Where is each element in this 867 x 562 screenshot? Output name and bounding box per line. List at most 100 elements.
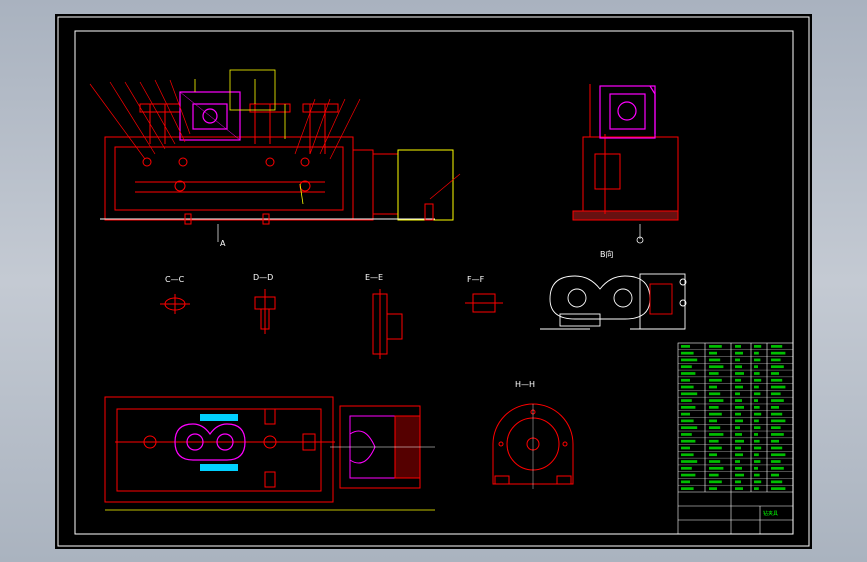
parts-list-entry (771, 345, 783, 348)
clamp-cylinder (330, 405, 435, 489)
title-block-name: 钻夹具 (763, 510, 778, 517)
parts-list-entry (754, 351, 759, 355)
parts-list-entry (771, 405, 779, 409)
b-view-detail (630, 273, 687, 330)
section-hh-label: H—H (515, 380, 535, 389)
parts-list-entry (735, 412, 741, 416)
b-view-label: B向 (600, 249, 614, 259)
parts-list-entry (771, 358, 781, 362)
parts-list-entry (681, 466, 692, 470)
section-ee (372, 289, 403, 359)
parts-list-entry (754, 453, 759, 457)
parts-list-entry (709, 385, 717, 389)
section-dd-label: D—D (253, 273, 273, 282)
plan-hatch-top (200, 414, 238, 421)
parts-list-entry (771, 351, 786, 355)
parts-list-entry (735, 480, 741, 484)
parts-list-entry (735, 487, 743, 490)
parts-list-entry (735, 392, 740, 396)
parts-list-entry (754, 433, 758, 436)
view-a-label: A (220, 239, 226, 248)
parts-list-entry (754, 439, 760, 443)
parts-list-entry (681, 405, 696, 409)
parts-list-entry (709, 453, 717, 457)
parts-list-entry (735, 460, 740, 463)
parts-list-entry (771, 365, 784, 369)
parts-list-entry (754, 460, 761, 463)
parts-list-entry (754, 372, 760, 375)
parts-list-entry (754, 473, 760, 477)
parts-list-entry (681, 345, 690, 348)
parts-list-entry (709, 399, 724, 402)
parts-list-entry (709, 392, 721, 396)
parts-list-entry (771, 426, 781, 430)
front-view (100, 103, 454, 225)
parts-list-entry (709, 372, 719, 375)
parts-list-entry (771, 385, 786, 389)
parts-list-entry (681, 460, 698, 463)
parts-list-entry (771, 419, 786, 423)
parts-list-entry (754, 399, 758, 402)
parts-list-entry (709, 358, 721, 362)
plan-view (104, 396, 335, 503)
parts-list-entry (681, 419, 694, 423)
parts-list-entry (681, 453, 694, 457)
parts-list-entry (681, 372, 696, 375)
parts-list-entry (754, 392, 761, 396)
section-ff (465, 293, 503, 313)
parts-list-entry (709, 460, 721, 463)
parts-list-entry (709, 480, 722, 484)
parts-list-entry (754, 412, 762, 416)
parts-list-entry (709, 473, 719, 477)
parts-list-entry (709, 351, 717, 355)
parts-list-entry (681, 392, 698, 396)
parts-list-entry (771, 473, 779, 477)
parts-list-entry (735, 378, 741, 382)
parts-list-entry (681, 487, 694, 490)
parts-list-entry (681, 412, 690, 416)
parts-list-entry (771, 480, 783, 484)
parts-list-entry (735, 426, 740, 430)
plan-hatch-bottom (200, 464, 238, 471)
parts-list-entry (771, 412, 783, 416)
parts-list-entry (735, 405, 744, 409)
parts-list-entry (754, 365, 758, 369)
parts-list-entry (771, 392, 781, 396)
parts-list-entry (735, 433, 742, 436)
parts-list-entry (754, 426, 761, 430)
parts-list-entry (735, 345, 741, 348)
parts-list-entry (709, 487, 717, 490)
parts-list-entry (754, 466, 758, 470)
parts-list-entry (735, 358, 740, 362)
parts-list-entry (709, 466, 724, 470)
parts-list-entry (709, 426, 721, 430)
parts-list-entry (735, 372, 744, 375)
parts-list-entry (754, 378, 762, 382)
parts-list-entry (681, 351, 694, 355)
parts-list-entry (771, 453, 786, 457)
parts-list-entry (735, 439, 744, 443)
parts-list-entry (754, 385, 759, 389)
section-cc-label: C—C (165, 275, 185, 284)
parts-list-entry (681, 426, 698, 430)
section-ff-label: F—F (467, 275, 485, 284)
parts-list (677, 342, 794, 535)
parts-list-entry (735, 453, 743, 457)
parts-list-entry (709, 345, 722, 348)
parts-list-entry (771, 466, 784, 470)
parts-list-entry (735, 446, 741, 450)
parts-list-entry (709, 446, 722, 450)
parts-list-entry (681, 439, 696, 443)
parts-list-entry (735, 351, 743, 355)
parts-list-entry (735, 419, 743, 423)
parts-list-entry (754, 345, 762, 348)
section-cc (160, 294, 190, 314)
parts-list-entry (754, 446, 762, 450)
parts-list-entry (681, 358, 698, 362)
section-dd (254, 289, 276, 334)
parts-list-entry (709, 412, 722, 416)
parts-list-rows (678, 349, 793, 486)
parts-list-entry (681, 399, 692, 402)
parts-list-entry (754, 358, 761, 362)
parts-list-entry (681, 385, 694, 389)
